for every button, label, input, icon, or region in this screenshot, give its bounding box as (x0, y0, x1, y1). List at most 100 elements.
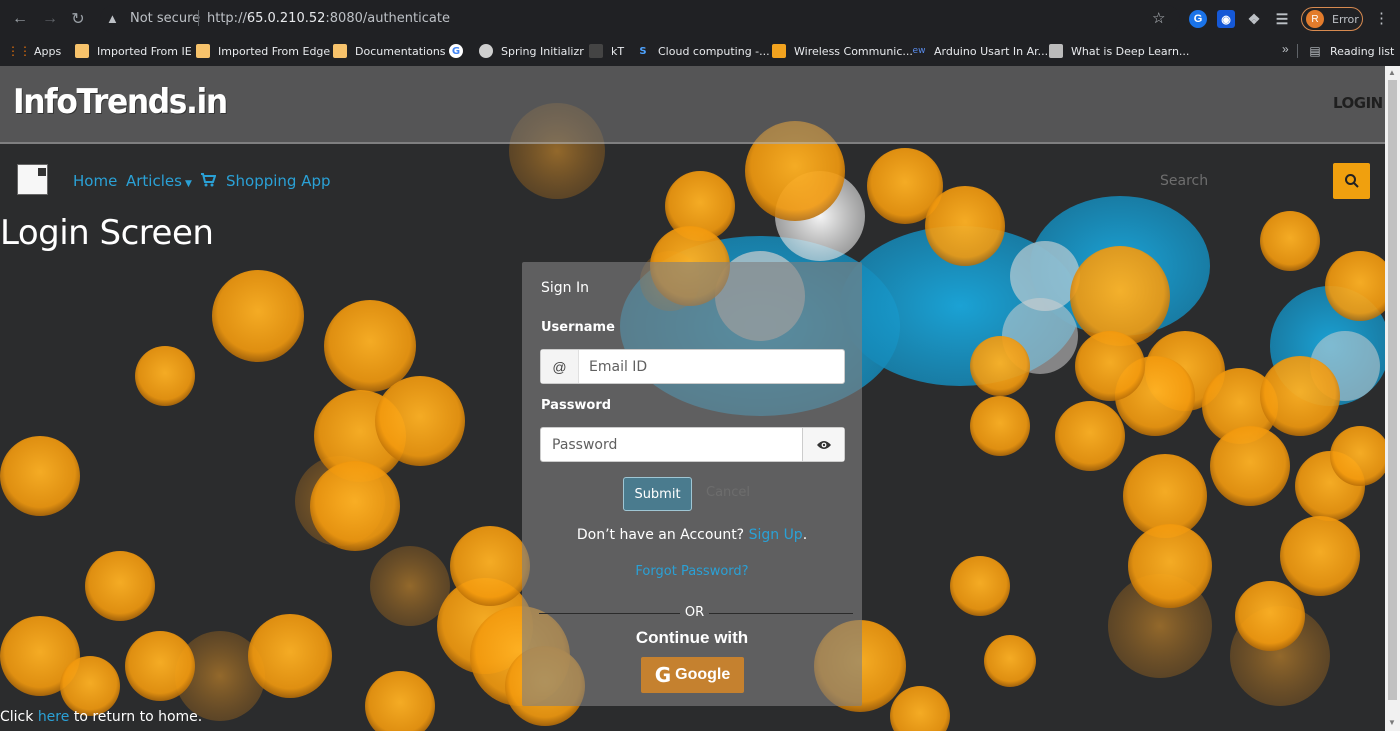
browser-toolbar: ← → ↻ ▲ Not secure http://65.0.210.52:80… (0, 0, 1400, 38)
scroll-down-icon[interactable]: ▼ (1388, 718, 1396, 727)
s-icon: S (639, 45, 647, 57)
spring-icon (479, 44, 493, 58)
show-password-button[interactable] (802, 428, 844, 461)
password-label: Password (541, 398, 612, 413)
at-sign-icon: @ (541, 350, 579, 383)
nav-home[interactable]: Home (73, 172, 117, 190)
book-icon (772, 44, 786, 58)
cancel-button[interactable]: Cancel (706, 485, 750, 500)
search-input[interactable] (1150, 164, 1330, 198)
bookmark-cloud-computing[interactable]: S Cloud computing -... (636, 42, 770, 60)
bookmark-imported-edge[interactable]: Imported From Edge (196, 42, 330, 60)
username-label: Username (541, 320, 615, 335)
submit-button[interactable]: Submit (623, 477, 692, 511)
or-separator: OR (684, 605, 705, 620)
login-card: Sign In Username @ Password Submit Cance… (522, 262, 862, 706)
bookmark-deep-learning[interactable]: What is Deep Learn... (1049, 42, 1189, 60)
profile-button[interactable]: R Error (1301, 7, 1363, 31)
search-button[interactable] (1333, 163, 1370, 199)
signup-prompt: Don’t have an Account? Sign Up. (522, 527, 862, 543)
address-divider (198, 10, 199, 26)
bookmark-wireless[interactable]: Wireless Communic... (772, 42, 913, 60)
bookmark-label: Arduino Usart In Ar... (934, 44, 1049, 58)
bookmarks-bar: ⋮⋮ Apps Imported From IE Imported From E… (0, 38, 1400, 64)
apps-grid-icon: ⋮⋮ (7, 44, 31, 58)
bookmark-spring[interactable]: Spring Initializr (479, 42, 584, 60)
puzzle-icon[interactable]: ❖ (1245, 10, 1263, 28)
divider-left (539, 613, 680, 614)
divider-right (709, 613, 853, 614)
nav-articles-label: Articles (126, 172, 182, 190)
folder-icon (75, 44, 89, 58)
bookmark-documentations[interactable]: Documentations (333, 42, 446, 60)
bookmarks-overflow-icon[interactable]: » (1282, 42, 1289, 56)
site-header: InfoTrends.in LOGIN (0, 66, 1385, 144)
bookmark-kt[interactable]: kT (589, 42, 624, 60)
footer-prefix: Click (0, 709, 34, 725)
return-home-note: Click here to return to home. (0, 709, 202, 725)
forgot-password-link[interactable]: Forgot Password? (522, 564, 862, 579)
password-input[interactable] (552, 428, 797, 461)
signup-link[interactable]: Sign Up (749, 527, 803, 543)
address-bar[interactable]: ▲ Not secure http://65.0.210.52:8080/aut… (100, 5, 1180, 33)
no-account-text: Don’t have an Account? (576, 527, 745, 543)
bookmark-google[interactable]: G (449, 42, 471, 60)
bookmark-label: Spring Initializr (501, 44, 584, 58)
bookmark-label: Cloud computing -... (658, 44, 770, 58)
image-icon (1049, 44, 1063, 58)
grammarly-icon[interactable]: G (1189, 10, 1207, 28)
bookmark-apps[interactable]: ⋮⋮ Apps (7, 42, 61, 60)
page-title: Login Screen (0, 213, 214, 253)
avatar: R (1306, 10, 1324, 28)
continue-with-heading: Continue with (635, 628, 749, 647)
shield-extension-icon[interactable]: ◉ (1217, 10, 1235, 28)
reload-icon[interactable]: ↻ (64, 5, 92, 33)
google-label: Google (675, 666, 731, 683)
reading-list-label: Reading list (1330, 44, 1395, 58)
reading-list-icon: ▤ (1309, 44, 1321, 58)
bookmark-star-icon[interactable]: ☆ (1152, 9, 1165, 27)
folder-icon (333, 44, 347, 58)
bookmark-arduino[interactable]: ew Arduino Usart In Ar... (912, 42, 1049, 60)
shopping-cart-icon (201, 173, 216, 187)
url-host: 65.0.210.52 (246, 11, 326, 26)
password-input-group (540, 427, 845, 462)
site-brand-logo[interactable]: InfoTrends.in (13, 82, 228, 122)
username-input[interactable] (589, 350, 839, 383)
google-icon: G (449, 44, 463, 58)
return-home-link[interactable]: here (38, 709, 70, 725)
security-label: Not secure (130, 11, 201, 26)
footer-suffix: to return to home. (73, 709, 203, 725)
warning-icon: ▲ (106, 11, 119, 26)
navbar-logo[interactable] (17, 164, 48, 195)
bookmark-label: Documentations (355, 44, 446, 58)
folder-icon (196, 44, 210, 58)
page-viewport: InfoTrends.in LOGIN Home Articles ▼ Shopp… (0, 66, 1385, 731)
card-title: Sign In (541, 280, 589, 296)
kebab-menu-icon[interactable]: ⋮ (1374, 9, 1389, 27)
caret-down-icon: ▼ (184, 179, 192, 189)
url-text: http://65.0.210.52:8080/authenticate (207, 11, 450, 26)
nav-shopping-app[interactable]: Shopping App (226, 172, 331, 190)
bookmark-label: Imported From Edge (218, 44, 331, 58)
scroll-up-icon[interactable]: ▲ (1388, 68, 1396, 77)
bookmark-label: Wireless Communic... (794, 44, 913, 58)
nav-articles-dropdown[interactable]: Articles ▼ (126, 172, 192, 190)
bookmark-imported-ie[interactable]: Imported From IE (75, 42, 192, 60)
bookmark-label: kT (611, 44, 625, 58)
eye-icon (816, 440, 831, 449)
back-icon[interactable]: ← (6, 5, 34, 33)
media-icon[interactable]: ☰ (1273, 10, 1291, 28)
main-navbar: Home Articles ▼ Shopping App (0, 156, 1385, 206)
logo-mark-icon (38, 168, 46, 176)
url-rest: :8080/authenticate (325, 11, 450, 26)
signup-trailing: . (802, 527, 808, 543)
reading-list-button[interactable]: ▤ Reading list (1308, 42, 1394, 60)
header-login-link[interactable]: LOGIN (1333, 94, 1383, 112)
bookmark-label: What is Deep Learn... (1071, 44, 1190, 58)
url-prefix: http:// (207, 11, 247, 26)
google-signin-button[interactable]: G Google (641, 657, 744, 693)
google-g-icon: G (654, 663, 672, 687)
scrollbar-thumb[interactable] (1388, 80, 1397, 700)
forward-icon[interactable]: → (36, 5, 64, 33)
